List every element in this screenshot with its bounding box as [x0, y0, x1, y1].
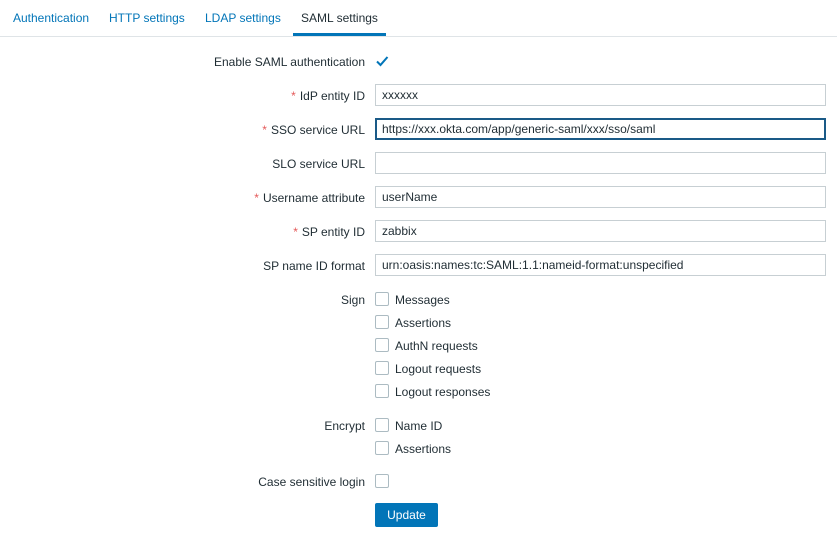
sign-assertions-checkbox[interactable]: [375, 315, 389, 329]
sp-entity-id-label: * SP entity ID: [293, 225, 365, 239]
encrypt-assertions-checkbox[interactable]: [375, 441, 389, 455]
encrypt-label: Encrypt: [324, 419, 365, 433]
required-marker: *: [262, 123, 267, 137]
required-marker: *: [291, 89, 296, 103]
sso-service-url-input[interactable]: [375, 118, 826, 140]
enable-saml-checkbox[interactable]: [375, 54, 389, 68]
tab-ldap-settings[interactable]: LDAP settings: [205, 0, 281, 36]
encrypt-assertions-label: Assertions: [395, 442, 452, 456]
username-attribute-label: * Username attribute: [254, 191, 365, 205]
sp-name-id-format-label: SP name ID format: [263, 259, 365, 273]
slo-service-url-label: SLO service URL: [272, 157, 365, 171]
sp-name-id-format-input[interactable]: [375, 254, 826, 276]
sign-assertions-label: Assertions: [395, 316, 452, 330]
required-marker: *: [293, 225, 298, 239]
sign-logout-requests-label: Logout requests: [395, 362, 482, 376]
sign-logout-responses-checkbox[interactable]: [375, 384, 389, 398]
required-marker: *: [254, 191, 259, 205]
sign-label: Sign: [340, 293, 365, 307]
case-sensitive-login-checkbox[interactable]: [375, 474, 389, 488]
tab-bar: Authentication HTTP settings LDAP settin…: [0, 0, 837, 37]
tab-authentication[interactable]: Authentication: [13, 0, 89, 36]
idp-entity-id-label: * IdP entity ID: [291, 89, 365, 103]
case-sensitive-login-label: Case sensitive login: [258, 475, 365, 489]
saml-settings-form: Enable SAML authentication * IdP entity I…: [0, 37, 837, 535]
sign-logout-responses-label: Logout responses: [395, 385, 491, 399]
sign-authn-requests-checkbox[interactable]: [375, 338, 389, 352]
sso-service-url-label: * SSO service URL: [262, 123, 365, 137]
encrypt-name-id-label: Name ID: [395, 419, 443, 433]
username-attribute-input[interactable]: [375, 186, 826, 208]
slo-service-url-input[interactable]: [375, 152, 826, 174]
sign-messages-checkbox[interactable]: [375, 292, 389, 306]
sign-messages-label: Messages: [395, 293, 450, 307]
encrypt-name-id-checkbox[interactable]: [375, 418, 389, 432]
tab-http-settings[interactable]: HTTP settings: [109, 0, 185, 36]
sign-authn-requests-label: AuthN requests: [395, 339, 478, 353]
sign-logout-requests-checkbox[interactable]: [375, 361, 389, 375]
update-button[interactable]: Update: [375, 503, 438, 527]
sp-entity-id-input[interactable]: [375, 220, 826, 242]
checkmark-icon: [376, 56, 389, 67]
tab-saml-settings[interactable]: SAML settings: [293, 0, 386, 36]
idp-entity-id-input[interactable]: [375, 84, 826, 106]
enable-saml-label: Enable SAML authentication: [214, 55, 365, 69]
